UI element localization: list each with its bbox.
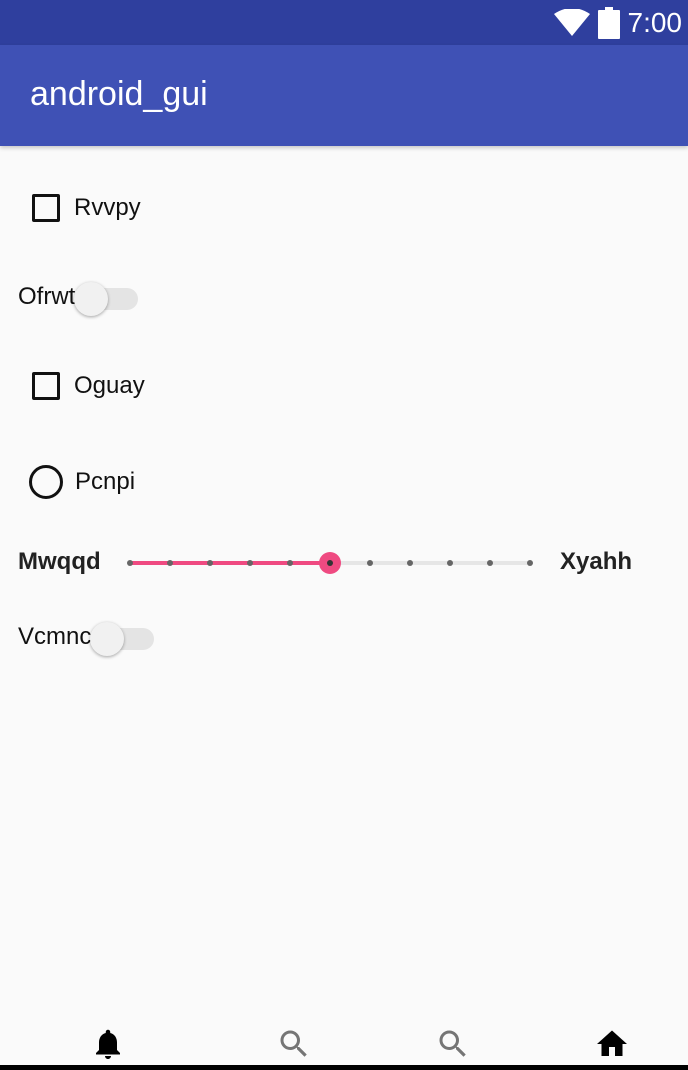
status-icons: 7:00 [553,0,683,45]
battery-icon [597,6,620,39]
bottom-edge [0,1065,688,1070]
slider-tick [167,560,173,566]
slider-tick [367,560,373,566]
slider-tick [407,560,413,566]
switch-toggle[interactable] [90,622,156,656]
app-title: android_gui [30,75,208,113]
slider-thumb-dot [327,560,333,566]
slider-tick [447,560,453,566]
slider-fill [130,561,330,565]
radio-button[interactable] [29,465,63,499]
nav-search-1[interactable] [274,1024,314,1064]
slider-min-label: Mwqqd [18,548,101,575]
radio-label: Pcnpi [75,468,136,495]
search-icon [280,1030,307,1057]
switch-thumb[interactable] [90,622,125,656]
nav-notifications[interactable] [88,1024,128,1064]
status-time: 7:00 [627,6,683,38]
status-bar: 7:00 [0,0,688,45]
switch-ofrwt[interactable]: Ofrwt [0,282,140,316]
checkbox-label: Rvvpy [74,194,141,221]
slider-tick [487,560,493,566]
checkbox-rvvpy[interactable]: Rvvpy [0,194,141,222]
slider-tick [247,560,253,566]
slider-tick [527,560,533,566]
slider-tick [207,560,213,566]
bell-icon [96,1029,120,1059]
search-icon [439,1030,466,1057]
switch-label: Vcmnc [18,623,92,650]
slider-thumb[interactable] [319,552,341,574]
switch-vcmnc[interactable]: Vcmnc [0,622,156,656]
screen: 7:00 android_gui Rvvpy Ofrwt Oguay Pcnpi… [0,0,688,1070]
slider-tick [287,560,293,566]
discrete-slider[interactable] [127,548,533,578]
checkbox-box[interactable] [32,194,60,222]
slider-max-label: Xyahh [560,548,633,575]
checkbox-box[interactable] [32,372,60,400]
nav-search-2[interactable] [433,1024,473,1064]
app-bar: android_gui [0,45,688,146]
switch-label: Ofrwt [18,283,76,310]
switch-thumb[interactable] [74,282,109,316]
wifi-icon [553,8,590,36]
radio-pcnpi[interactable]: Pcnpi [0,465,135,499]
home-icon [597,1030,627,1056]
nav-home[interactable] [592,1024,632,1064]
checkbox-oguay[interactable]: Oguay [0,372,145,400]
bottom-navigation [0,1014,688,1066]
switch-toggle[interactable] [74,282,140,316]
slider-tick [127,560,133,566]
checkbox-label: Oguay [74,372,145,399]
